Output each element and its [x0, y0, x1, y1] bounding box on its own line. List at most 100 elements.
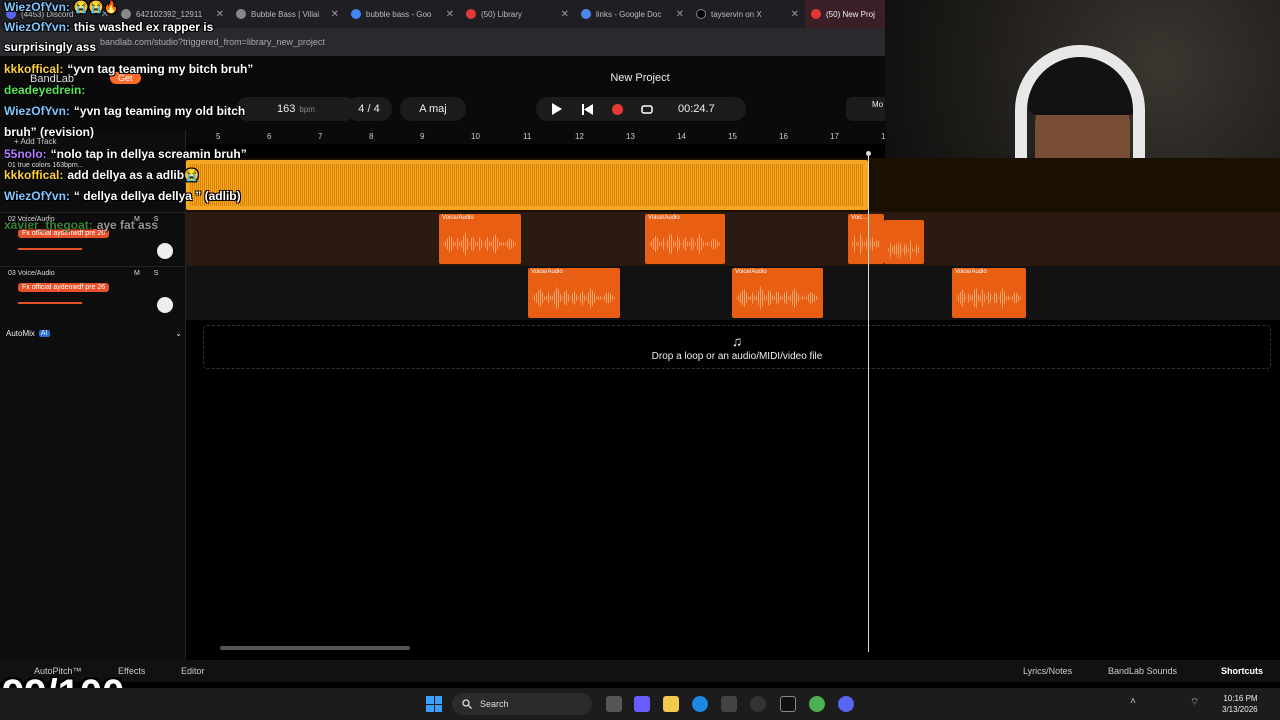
bandlab-icon	[811, 9, 821, 19]
bar-number: 17	[830, 132, 839, 141]
key-selector[interactable]: A maj	[400, 97, 466, 121]
loop-button[interactable]	[636, 98, 658, 120]
tab-bubble-bass[interactable]: Bubble Bass | Villai ✕	[230, 0, 345, 28]
audio-clip[interactable]: Voice/Audio	[645, 214, 725, 264]
taskbar-search[interactable]: Search	[452, 693, 592, 715]
app-icon[interactable]	[750, 696, 766, 712]
tab-google-search[interactable]: bubble bass - Goo ✕	[345, 0, 460, 28]
track-lane-1[interactable]	[186, 158, 1280, 212]
bar-number: 5	[216, 132, 221, 141]
chat-username: WiezOfYvn:	[4, 189, 70, 203]
track-header-3[interactable]: 03 Voice/Audio M S Fx official aydenwdf …	[0, 266, 186, 320]
tab-label: (50) New Proj	[826, 9, 875, 19]
volume-slider[interactable]	[18, 248, 82, 250]
audio-clip[interactable]: Voice/Audio	[439, 214, 521, 264]
chat-text: “nolo tap in dellya screamin bruh”	[50, 147, 247, 161]
bpm-value: 163	[277, 103, 296, 115]
audio-clip[interactable]: Voice/Audio	[528, 268, 620, 318]
chat-username: kkkoffical:	[4, 62, 64, 76]
chat-text: add dellya as a adlib😭	[67, 168, 200, 182]
tray-chevron-icon[interactable]: ˄	[1130, 696, 1138, 712]
copilot-icon[interactable]	[634, 696, 650, 712]
mix-editor-button[interactable]: Mo	[846, 97, 885, 121]
chevron-down-icon[interactable]: ⌄	[175, 329, 182, 338]
drop-zone[interactable]: ♫ Drop a loop or an audio/MIDI/video fil…	[203, 325, 1271, 369]
close-icon[interactable]: ✕	[676, 9, 684, 20]
skip-back-icon	[581, 103, 593, 115]
close-icon[interactable]: ✕	[791, 9, 799, 20]
audio-clip-dragging[interactable]	[884, 220, 924, 264]
bar-number: 7	[318, 132, 323, 141]
chat-username: 55nolo:	[4, 147, 47, 161]
clip-label: Voice/Audio	[735, 269, 767, 275]
pan-knob[interactable]	[157, 297, 173, 313]
windows-start-icon[interactable]	[426, 696, 442, 712]
rewind-button[interactable]	[576, 98, 598, 120]
chat-message: bruh” (revision)	[4, 125, 94, 139]
shortcuts-button[interactable]: Shortcuts	[1221, 666, 1263, 676]
track-lane-2[interactable]: Voice/Audio Voice/Audio Voic...	[186, 212, 1280, 266]
waveform	[736, 286, 819, 310]
pan-knob[interactable]	[157, 243, 173, 259]
discord-icon[interactable]	[838, 696, 854, 712]
store-icon[interactable]	[721, 696, 737, 712]
bar-number: 6	[267, 132, 272, 141]
tab-label: Bubble Bass | Villai	[251, 9, 320, 19]
editor-button[interactable]: Editor	[181, 666, 205, 676]
horizontal-scrollbar[interactable]	[220, 646, 410, 650]
automix-row[interactable]: AutoMix AI ⌄	[6, 329, 182, 338]
bar-number: 13	[626, 132, 635, 141]
timeline-ruler[interactable]: 5 6 7 8 9 10 11 12 13 14 15 16 17 1	[186, 130, 886, 144]
file-explorer-icon[interactable]	[663, 696, 679, 712]
playhead[interactable]	[868, 152, 869, 652]
track-lane-3[interactable]: Voice/Audio Voice/Audio Voice/Audio	[186, 266, 1280, 320]
automix-label: AutoMix	[6, 329, 35, 338]
capcut-icon[interactable]	[780, 696, 796, 712]
bandlab-sounds-button[interactable]: BandLab Sounds	[1108, 666, 1177, 676]
waveform	[956, 286, 1022, 310]
audio-clip[interactable]: Voic...	[848, 214, 884, 264]
time-signature[interactable]: 4 / 4	[346, 97, 392, 121]
task-view-icon[interactable]	[606, 696, 622, 712]
audio-clip[interactable]: Voice/Audio	[732, 268, 823, 318]
waveform	[443, 232, 517, 256]
mix-label: Mo	[872, 100, 884, 109]
bar-number: 9	[420, 132, 425, 141]
tempo-control[interactable]: 163 bpm	[236, 97, 356, 121]
chat-text: surprisingly ass	[4, 40, 97, 54]
chat-message: kkkoffical: “yvn tag teaming my bitch bru…	[4, 62, 253, 76]
close-icon[interactable]: ✕	[446, 9, 454, 20]
chat-text: “ dellya dellya dellya ” (adlib)	[73, 189, 241, 203]
bar-number: 8	[369, 132, 374, 141]
waveform	[888, 238, 920, 262]
chrome-icon[interactable]	[809, 696, 825, 712]
bar-number: 16	[779, 132, 788, 141]
wifi-icon[interactable]: ⌔	[1190, 696, 1202, 712]
volume-slider[interactable]	[18, 302, 82, 304]
chat-username: WiezOfYvn:	[4, 104, 70, 118]
tab-google-doc[interactable]: links - Google Doc ✕	[575, 0, 690, 28]
edge-icon[interactable]	[692, 696, 708, 712]
tab-library[interactable]: (50) Library ✕	[460, 0, 575, 28]
drop-zone-text: Drop a loop or an audio/MIDI/video file	[651, 350, 823, 362]
close-icon[interactable]: ✕	[561, 9, 569, 20]
track-name: 03 Voice/Audio	[8, 270, 55, 277]
system-clock[interactable]: 10:16 PM 3/13/2026	[1222, 693, 1258, 715]
project-title[interactable]: New Project	[560, 72, 720, 84]
audio-clip[interactable]: Voice/Audio	[952, 268, 1026, 318]
playhead-handle[interactable]	[866, 151, 871, 156]
lyrics-notes-button[interactable]: Lyrics/Notes	[1023, 666, 1072, 676]
loop-clip[interactable]	[186, 160, 868, 210]
tab-new-project[interactable]: (50) New Proj	[805, 0, 885, 28]
close-icon[interactable]: ✕	[331, 9, 339, 20]
track-header-1[interactable]: 01 true colors 163bpm...	[0, 158, 186, 212]
fx-preset-badge[interactable]: Fx official aydenwdf pre 26	[18, 283, 110, 292]
record-button[interactable]	[606, 98, 628, 120]
bar-number: 10	[471, 132, 480, 141]
tab-x[interactable]: tayservin on X ✕	[690, 0, 805, 28]
clip-label: Voice/Audio	[648, 215, 680, 221]
close-icon[interactable]: ✕	[216, 9, 224, 20]
play-button[interactable]	[546, 98, 568, 120]
mute-solo-buttons[interactable]: M S	[134, 270, 164, 277]
chat-text: “yvn tag teaming my old bitch	[73, 104, 246, 118]
